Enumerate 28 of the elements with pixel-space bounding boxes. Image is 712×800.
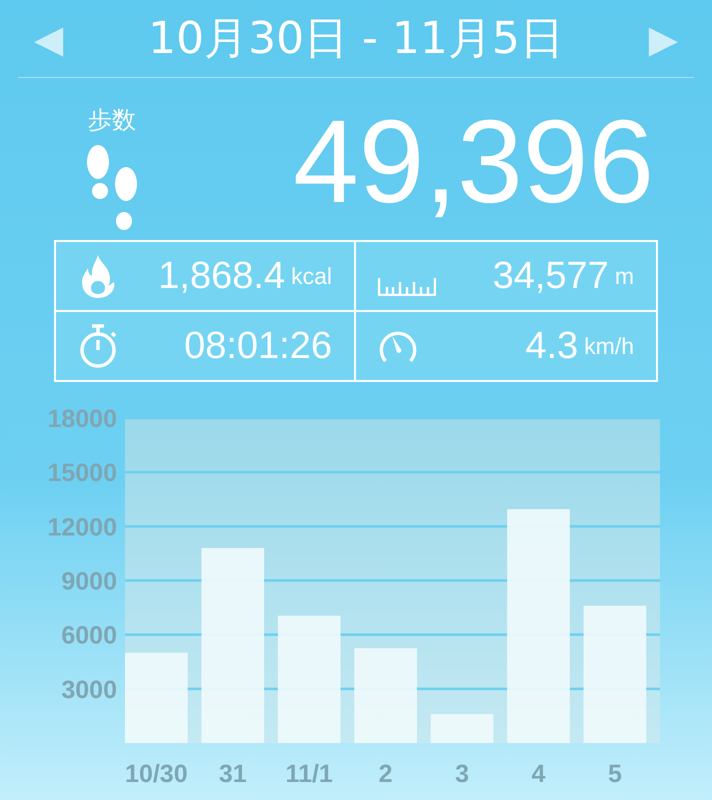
stat-value: 08:01:26 bbox=[184, 324, 332, 368]
ruler-icon bbox=[378, 276, 436, 296]
stat-value: 4.3 bbox=[525, 324, 578, 368]
step-count: 49,396 bbox=[293, 103, 654, 221]
y-axis-label: 9000 bbox=[61, 568, 117, 596]
next-button[interactable]: ▶ bbox=[648, 20, 678, 58]
y-axis-label: 12000 bbox=[47, 513, 117, 542]
y-axis-label: 15000 bbox=[47, 459, 117, 488]
bar bbox=[430, 714, 494, 743]
x-axis-label: 3 bbox=[455, 760, 469, 788]
unit-label: km/h bbox=[584, 332, 634, 360]
y-axis-label: 3000 bbox=[61, 676, 117, 704]
x-axis-label: 5 bbox=[608, 760, 622, 788]
x-axis-label: 4 bbox=[532, 760, 546, 788]
previous-button[interactable]: ◀ bbox=[34, 20, 64, 58]
x-axis-label: 10/30 bbox=[125, 760, 188, 788]
x-axis-label: 2 bbox=[378, 760, 393, 788]
unit-label: kcal bbox=[291, 262, 332, 290]
date-range-title: 10月30日 - 11月5日 bbox=[148, 12, 564, 66]
x-axis-label: 31 bbox=[218, 760, 247, 788]
stat-value: 34,577 bbox=[492, 254, 609, 298]
stopwatch-icon bbox=[78, 323, 118, 369]
y-axis-label: 18000 bbox=[47, 405, 117, 433]
y-axis-label: 6000 bbox=[61, 622, 117, 650]
steps-label: 歩数 bbox=[88, 105, 136, 136]
stat-value: 1,868.4 bbox=[158, 254, 286, 298]
x-axis-label: 11/1 bbox=[286, 760, 333, 788]
unit-label: m bbox=[614, 262, 634, 290]
